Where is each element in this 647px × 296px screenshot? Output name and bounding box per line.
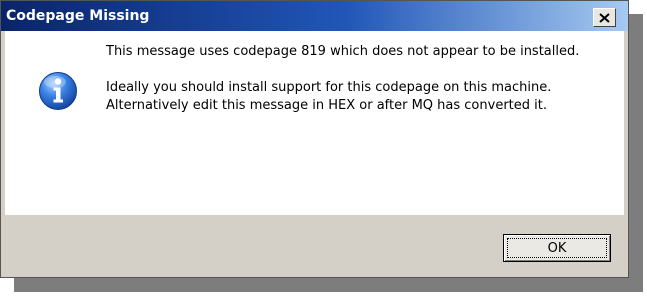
message-line-2: Ideally you should install support for t… <box>106 80 552 113</box>
close-button[interactable] <box>593 8 616 27</box>
ok-button[interactable]: OK <box>503 234 611 262</box>
message-text: This message uses codepage 819 which doe… <box>106 43 586 115</box>
title-bar[interactable]: Codepage Missing <box>1 1 628 31</box>
information-icon <box>39 72 77 110</box>
ok-button-label: OK <box>507 238 607 258</box>
dialog-title: Codepage Missing <box>6 8 150 24</box>
codepage-missing-dialog: Codepage Missing This message uses codep… <box>0 0 629 278</box>
message-line-1: This message uses codepage 819 which doe… <box>106 44 580 59</box>
close-icon <box>599 12 610 23</box>
